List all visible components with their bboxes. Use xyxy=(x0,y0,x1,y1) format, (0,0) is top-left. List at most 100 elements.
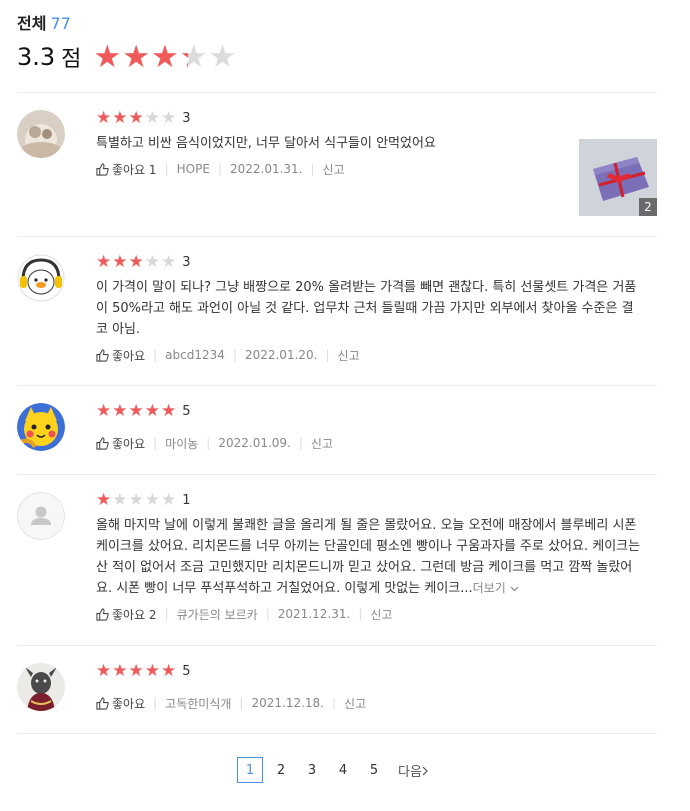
review-date: 2022.01.20. xyxy=(244,348,318,362)
divider xyxy=(17,645,657,646)
like-button[interactable]: 좋아요 xyxy=(96,695,145,712)
like-button[interactable]: 좋아요 xyxy=(96,347,145,364)
star-icon: ★ xyxy=(128,661,144,681)
like-label: 좋아요 xyxy=(112,348,146,363)
penguin-avatar[interactable] xyxy=(17,254,65,302)
separator: | xyxy=(298,436,303,450)
review-score: 5 xyxy=(182,403,191,419)
review-date: 2022.01.09. xyxy=(218,436,291,450)
review-meta: 좋아요 1 | HOPE | 2022.01.31. | 신고 xyxy=(96,160,576,178)
photo-avatar-cat[interactable] xyxy=(17,110,65,158)
separator: | xyxy=(310,162,315,176)
star-fill: ★ xyxy=(93,41,122,73)
like-button[interactable]: 좋아요 1 xyxy=(96,161,157,178)
separator: | xyxy=(325,348,330,362)
review-count: 77 xyxy=(50,14,71,33)
chevron-down-icon xyxy=(510,586,519,592)
like-button[interactable]: 좋아요 xyxy=(96,435,145,452)
star-icon: ★★ xyxy=(122,38,151,75)
review-author: HOPE xyxy=(176,162,210,176)
report-link[interactable]: 신고 xyxy=(323,161,345,178)
read-more-label: 더보기 xyxy=(472,581,506,595)
divider xyxy=(17,236,657,237)
separator: | xyxy=(164,162,169,176)
separator: | xyxy=(164,607,169,621)
like-label: 좋아요 xyxy=(112,436,146,451)
review-stars: ★ ★ ★ ★ ★ xyxy=(96,491,177,509)
separator: | xyxy=(358,607,363,621)
review-date: 2021.12.18. xyxy=(251,696,324,710)
review-score: 3 xyxy=(182,110,191,126)
thumbs-up-icon xyxy=(96,348,109,362)
divider xyxy=(17,92,657,93)
star-icon: ★★ xyxy=(179,38,208,75)
star-icon: ★ xyxy=(144,108,160,128)
review-stars: ★ ★ ★ ★ ★ xyxy=(96,109,177,127)
character-avatar[interactable] xyxy=(17,403,65,451)
separator: | xyxy=(332,696,337,710)
page-4-button[interactable]: 4 xyxy=(330,757,356,783)
report-link[interactable]: 신고 xyxy=(344,695,366,712)
star-icon: ★★ xyxy=(93,38,122,75)
review-rating: ★ ★ ★ ★ ★ 5 xyxy=(96,402,576,420)
review-photo-thumbnail[interactable]: 2 xyxy=(579,139,657,216)
review-score: 3 xyxy=(182,254,191,270)
review-meta: 좋아요 | 고독한미식개 | 2021.12.18. | 신고 xyxy=(96,694,576,712)
divider xyxy=(17,733,657,734)
rating-summary-title: 전체 77 xyxy=(17,10,71,34)
separator: | xyxy=(232,348,237,362)
review-date: 2022.01.31. xyxy=(229,162,303,176)
thumbs-up-icon xyxy=(96,607,109,621)
review-meta: 좋아요 2 | 큐가든의 보르카 | 2021.12.31. | 신고 xyxy=(96,605,576,623)
next-page-button[interactable]: 다음 xyxy=(398,761,429,780)
separator: | xyxy=(265,607,270,621)
star-fill: ★ xyxy=(122,41,151,73)
star-icon: ★ xyxy=(112,490,128,510)
average-score-unit: 점 xyxy=(61,47,82,72)
star-icon: ★ xyxy=(112,108,128,128)
review-score: 1 xyxy=(182,492,191,508)
average-score: 3.3 점 ★★★★★★★★★★ xyxy=(17,40,237,74)
pagination: 1 2 3 4 5 다음 xyxy=(237,757,429,783)
star-icon: ★ xyxy=(144,401,160,421)
page-1-button[interactable]: 1 xyxy=(237,757,263,783)
review-meta: 좋아요 | 마이농 | 2022.01.09. | 신고 xyxy=(96,434,576,452)
star-icon: ★ xyxy=(161,401,177,421)
separator: | xyxy=(239,696,244,710)
review-author: 큐가든의 보르카 xyxy=(176,607,258,622)
report-link[interactable]: 신고 xyxy=(311,435,333,452)
separator: | xyxy=(217,162,222,176)
read-more-link[interactable]: 더보기 xyxy=(473,581,519,595)
like-label: 좋아요 1 xyxy=(112,162,157,177)
review-meta: 좋아요 | abcd1234 | 2022.01.20. | 신고 xyxy=(96,346,576,364)
page-5-button[interactable]: 5 xyxy=(361,757,387,783)
star-icon: ★★ xyxy=(151,38,179,75)
separator: | xyxy=(206,436,211,450)
report-link[interactable]: 신고 xyxy=(370,606,392,623)
page-2-button[interactable]: 2 xyxy=(268,757,294,783)
like-label: 좋아요 xyxy=(112,696,146,711)
summary-title-label: 전체 xyxy=(17,14,47,33)
star-icon: ★ xyxy=(96,252,112,272)
review-score: 5 xyxy=(182,663,191,679)
average-star-rating: ★★★★★★★★★★ xyxy=(93,38,237,75)
review-rating: ★ ★ ★ ★ ★ 1 xyxy=(96,491,576,509)
star-icon: ★ xyxy=(144,661,160,681)
star-fill: ★ xyxy=(180,42,188,73)
star-icon: ★ xyxy=(161,108,177,128)
thumbs-up-icon xyxy=(96,436,109,450)
review-rating: ★ ★ ★ ★ ★ 3 xyxy=(96,253,576,271)
page-3-button[interactable]: 3 xyxy=(299,757,325,783)
star-icon: ★ xyxy=(144,490,160,510)
review-text-body: 올해 마지막 날에 이렇게 불쾌한 글을 올리게 될 줄은 몰랐어요. 오늘 오… xyxy=(96,518,641,596)
like-label: 좋아요 2 xyxy=(112,607,157,622)
divider xyxy=(17,385,657,386)
review-stars: ★ ★ ★ ★ ★ xyxy=(96,402,177,420)
dog-avatar[interactable] xyxy=(17,663,65,711)
report-link[interactable]: 신고 xyxy=(338,347,360,364)
default-user-icon[interactable] xyxy=(17,492,65,540)
star-icon: ★ xyxy=(112,661,128,681)
star-icon: ★ xyxy=(96,401,112,421)
star-icon: ★ xyxy=(161,661,177,681)
like-button[interactable]: 좋아요 2 xyxy=(96,606,157,623)
